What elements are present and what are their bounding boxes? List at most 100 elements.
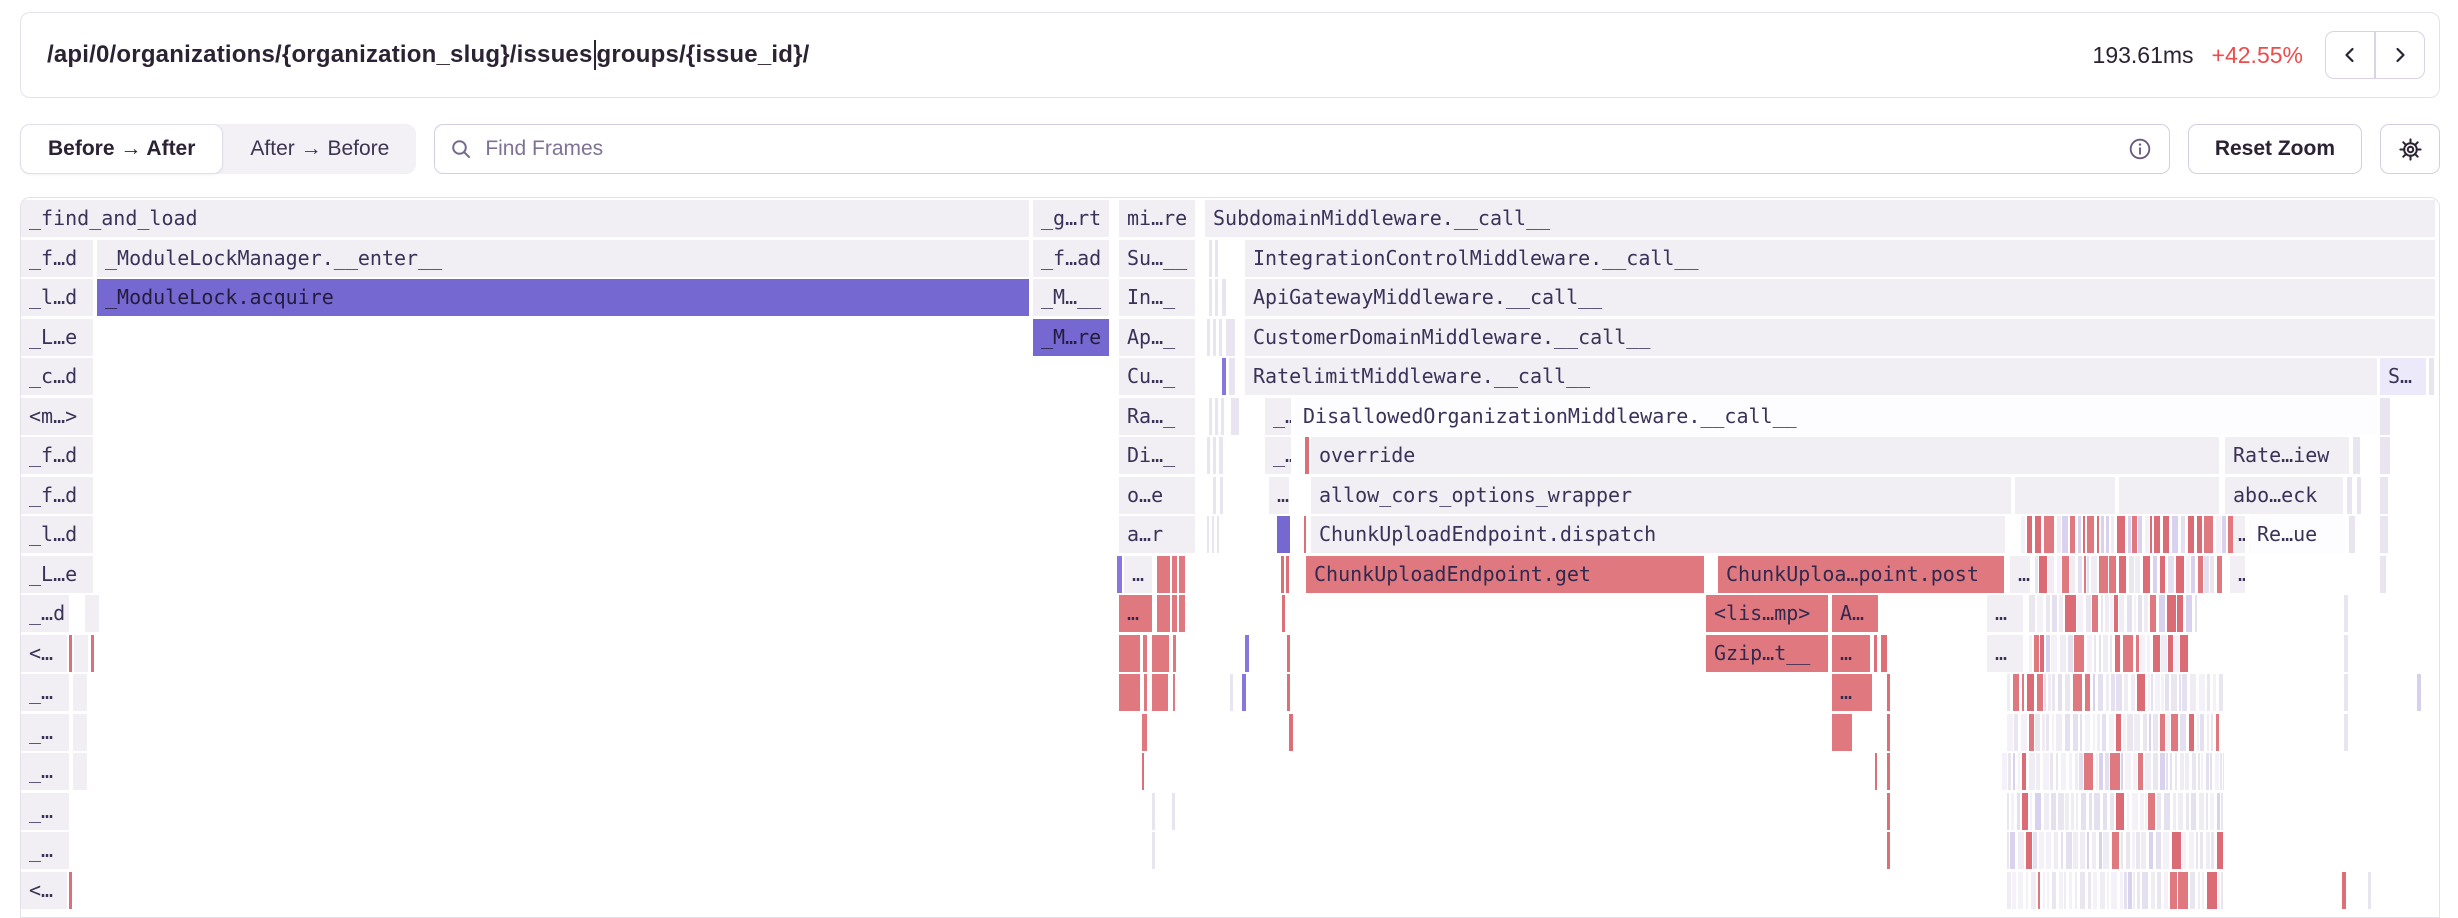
flame-frame[interactable]: _… xyxy=(21,832,69,869)
flame-frame-sliver[interactable] xyxy=(2070,516,2075,553)
flame-frame-sliver[interactable] xyxy=(1152,793,1155,830)
flame-frame-sliver[interactable] xyxy=(2217,793,2220,830)
flame-frame-sliver[interactable] xyxy=(1179,595,1185,632)
flame-frame-sliver[interactable] xyxy=(2119,595,2124,632)
flame-frame-sliver[interactable] xyxy=(2051,793,2056,830)
flame-frame[interactable]: _M…re xyxy=(1033,319,1109,356)
flame-frame-sliver[interactable] xyxy=(1172,793,1175,830)
flame-frame-sliver[interactable] xyxy=(2099,556,2108,593)
flame-frame-sliver[interactable] xyxy=(2094,793,2100,830)
flame-frame-sliver[interactable] xyxy=(2116,793,2124,830)
flame-frame-sliver[interactable] xyxy=(2098,674,2103,711)
flame-frame[interactable]: _c…d xyxy=(21,358,93,395)
flame-frame-sliver[interactable] xyxy=(2190,674,2196,711)
flame-frame[interactable]: ChunkUploadEndpoint.get xyxy=(1306,556,1704,593)
flame-frame-sliver[interactable] xyxy=(2051,635,2057,672)
flame-frame-sliver[interactable] xyxy=(1286,556,1289,593)
flame-frame-sliver[interactable] xyxy=(2136,832,2140,869)
flame-frame-sliver[interactable] xyxy=(2027,674,2034,711)
flame-frame-sliver[interactable] xyxy=(1207,437,1210,474)
flame-frame-sliver[interactable] xyxy=(1304,516,1306,553)
flame-frame-sliver[interactable] xyxy=(1887,753,1890,790)
flame-frame-sliver[interactable] xyxy=(2074,635,2084,672)
flame-frame[interactable]: _… xyxy=(1265,398,1291,435)
flame-frame[interactable]: _f…ad xyxy=(1033,240,1109,277)
flame-frame-sliver[interactable] xyxy=(2018,753,2020,790)
flame-frame-sliver[interactable] xyxy=(2179,674,2181,711)
flame-frame-sliver[interactable] xyxy=(2089,793,2092,830)
flame-frame-sliver[interactable] xyxy=(2040,635,2044,672)
flame-frame[interactable]: a…r xyxy=(1119,516,1195,553)
flame-frame-sliver[interactable] xyxy=(2174,635,2179,672)
flame-frame-sliver[interactable] xyxy=(2131,674,2135,711)
flame-frame-sliver[interactable] xyxy=(2143,714,2147,751)
flame-frame[interactable]: Cu…_ xyxy=(1119,358,1195,395)
reset-zoom-button[interactable]: Reset Zoom xyxy=(2188,124,2362,174)
flame-frame-sliver[interactable] xyxy=(2178,793,2183,830)
flame-frame-sliver[interactable] xyxy=(2215,753,2219,790)
flame-frame[interactable]: Rate…iew xyxy=(2225,437,2349,474)
flame-frame-sliver[interactable] xyxy=(2144,595,2148,632)
flame-frame-sliver[interactable] xyxy=(2138,753,2143,790)
flame-frame-sliver[interactable] xyxy=(2002,753,2007,790)
flame-frame-sliver[interactable] xyxy=(2145,516,2149,553)
flame-frame-sliver[interactable] xyxy=(2114,595,2118,632)
flame-frame-sliver[interactable] xyxy=(2007,832,2009,869)
flame-frame-sliver[interactable] xyxy=(2198,556,2203,593)
flame-frame-sliver[interactable] xyxy=(1221,398,1224,435)
flame-frame-sliver[interactable] xyxy=(1231,398,1239,435)
flame-frame[interactable]: _find_and_load xyxy=(21,200,1029,237)
flame-frame[interactable]: Re…ue xyxy=(2249,516,2345,553)
flame-frame[interactable]: _f…d xyxy=(21,437,93,474)
flame-frame-sliver[interactable] xyxy=(1172,556,1177,593)
flame-frame-sliver[interactable] xyxy=(2160,714,2165,751)
flame-frame-sliver[interactable] xyxy=(1245,635,1249,672)
flame-frame-sliver[interactable] xyxy=(2207,674,2210,711)
flame-frame-sliver[interactable] xyxy=(2160,753,2165,790)
flame-frame-sliver[interactable] xyxy=(2154,516,2160,553)
flame-frame-sliver[interactable] xyxy=(1213,437,1216,474)
flame-frame-sliver[interactable] xyxy=(2087,556,2089,593)
flame-frame-sliver[interactable] xyxy=(2178,872,2188,909)
flame-frame-sliver[interactable] xyxy=(2145,753,2151,790)
flame-frame-sliver[interactable] xyxy=(2199,674,2205,711)
flame-frame-sliver[interactable] xyxy=(2151,872,2155,909)
flame-frame-sliver[interactable] xyxy=(2056,714,2062,751)
flame-frame-sliver[interactable] xyxy=(2344,674,2348,711)
flame-frame-sliver[interactable] xyxy=(2132,793,2138,830)
flame-frame-sliver[interactable] xyxy=(2151,674,2153,711)
flame-frame-sliver[interactable] xyxy=(2062,516,2068,553)
flame-frame-sliver[interactable] xyxy=(2201,753,2203,790)
flame-frame-sliver[interactable] xyxy=(2161,635,2167,672)
flame-frame-sliver[interactable] xyxy=(2150,516,2152,553)
flame-frame-sliver[interactable] xyxy=(2039,832,2044,869)
flame-frame-sliver[interactable] xyxy=(2207,714,2209,751)
flame-frame-sliver[interactable] xyxy=(2127,595,2132,632)
flame-frame-sliver[interactable] xyxy=(2093,674,2095,711)
flame-frame[interactable]: <lis…mp> xyxy=(1706,595,1828,632)
flame-frame-sliver[interactable] xyxy=(2211,714,2213,751)
flame-frame[interactable]: … xyxy=(1832,674,1872,711)
flame-frame-sliver[interactable] xyxy=(2186,556,2190,593)
flame-frame[interactable]: … xyxy=(2230,556,2245,593)
flame-frame-sliver[interactable] xyxy=(2111,872,2117,909)
flame-frame-sliver[interactable] xyxy=(2111,516,2114,553)
flame-frame-sliver[interactable] xyxy=(2075,872,2077,909)
flame-frame-sliver[interactable] xyxy=(2202,872,2204,909)
flame-frame[interactable]: <… xyxy=(21,635,67,672)
flame-frame-sliver[interactable] xyxy=(1212,516,1214,553)
flame-frame-sliver[interactable] xyxy=(2100,872,2105,909)
flame-frame-sliver[interactable] xyxy=(2188,516,2194,553)
flame-frame-sliver[interactable] xyxy=(1144,674,1147,711)
flame-frame-sliver[interactable] xyxy=(2080,872,2085,909)
flame-frame-sliver[interactable] xyxy=(1157,556,1170,593)
flame-frame-sliver[interactable] xyxy=(2110,793,2114,830)
flame-frame-sliver[interactable] xyxy=(2168,635,2173,672)
flame-frame-sliver[interactable] xyxy=(2065,714,2070,751)
flame-frame-sliver[interactable] xyxy=(2109,556,2116,593)
flame-frame-sliver[interactable] xyxy=(2105,595,2109,632)
flame-frame-sliver[interactable] xyxy=(2073,674,2082,711)
flame-frame-sliver[interactable] xyxy=(1142,753,1144,790)
flame-frame-sliver[interactable] xyxy=(1887,832,1890,869)
flame-frame-sliver[interactable] xyxy=(2026,832,2032,869)
